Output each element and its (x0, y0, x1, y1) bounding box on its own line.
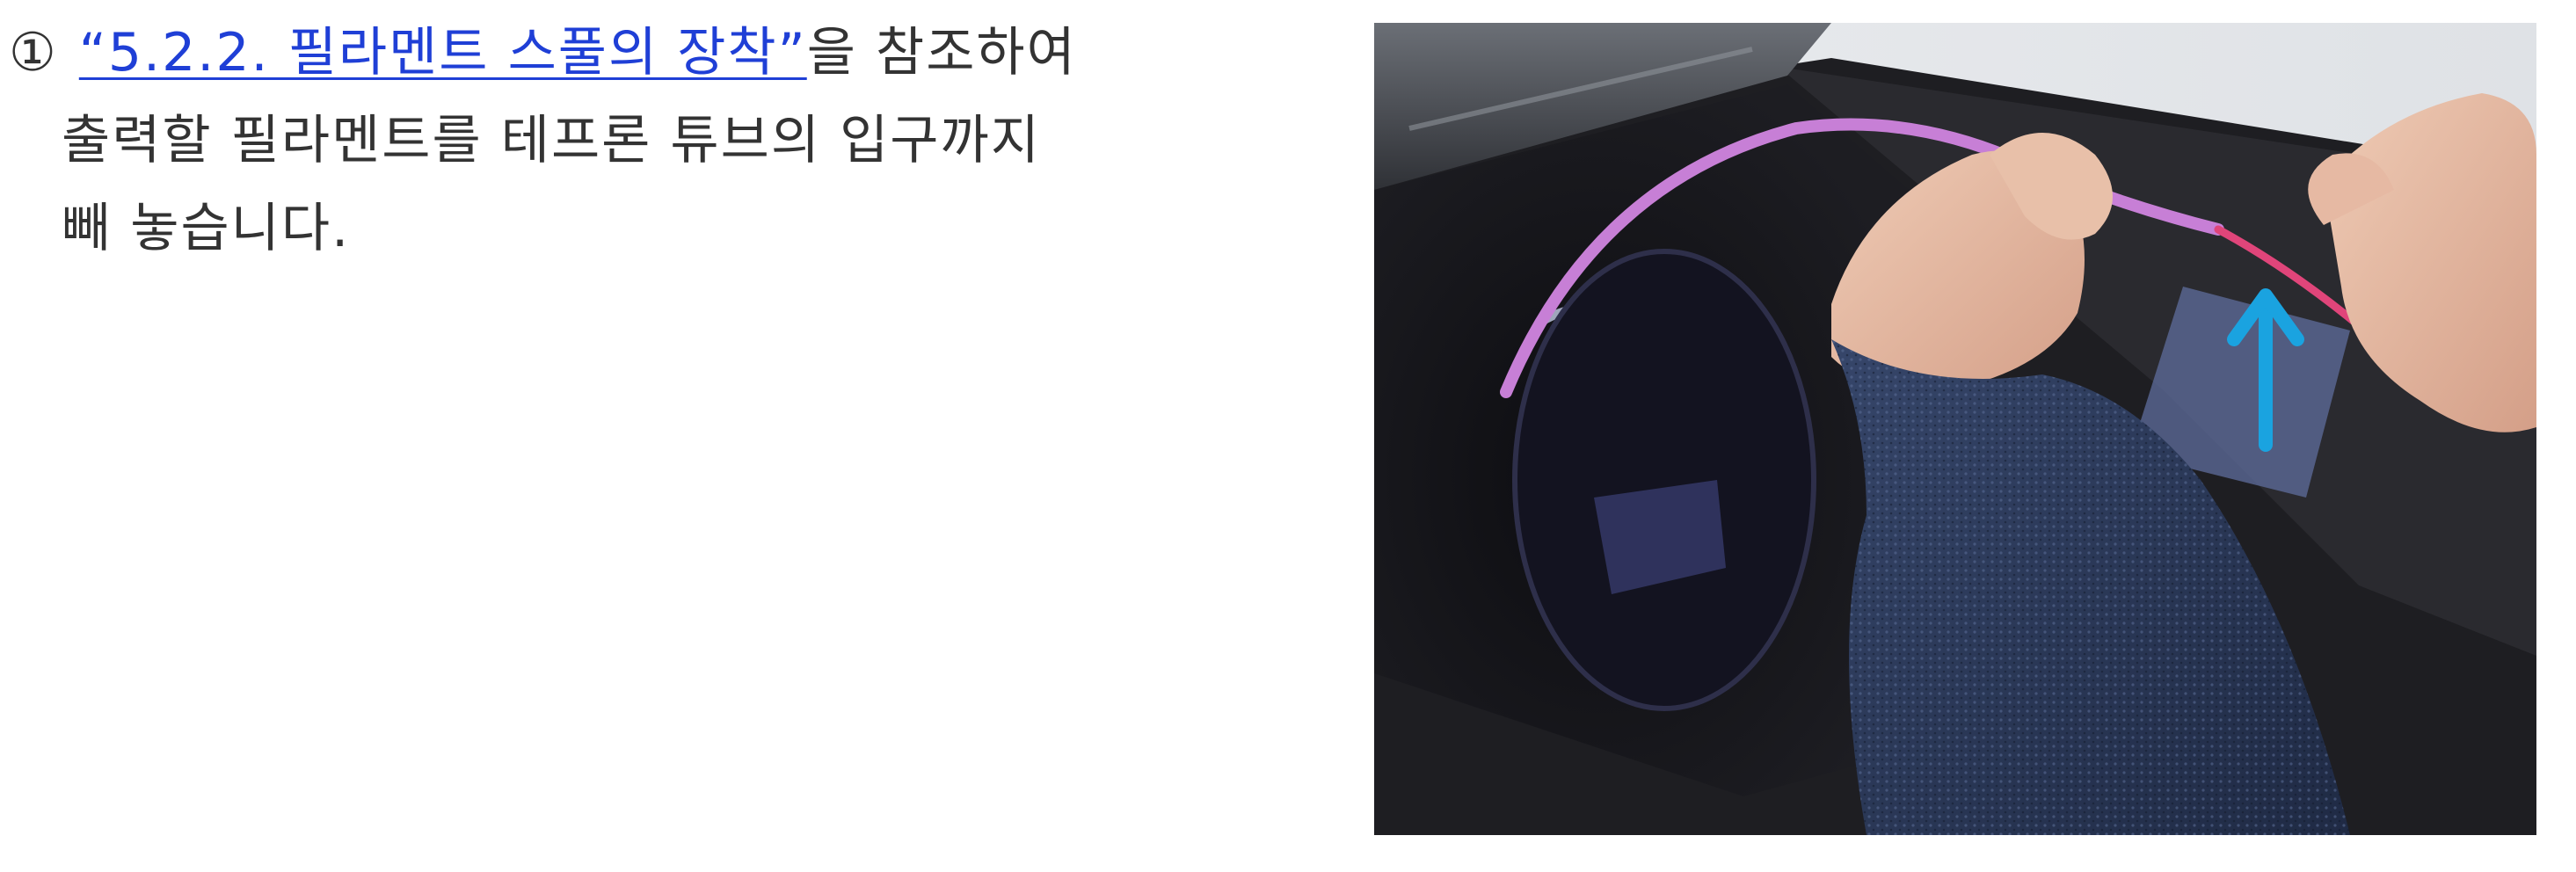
instruction-line-3: 빼 놓습니다. (62, 198, 351, 259)
spool (1512, 249, 1816, 711)
instruction-line-1-suffix: 을 참조하여 (806, 22, 1077, 84)
step-number: ① (9, 22, 58, 84)
instruction-line-2: 출력할 필라멘트를 테프론 튜브의 입구까지 (62, 110, 1041, 171)
instruction-line-1: ① “5.2.2. 필라멘트 스풀의 장착”을 참조하여 (9, 9, 1117, 97)
instruction-text: ① “5.2.2. 필라멘트 스풀의 장착”을 참조하여 출력할 필라멘트를 테프… (9, 9, 1117, 272)
section-reference-link[interactable]: “5.2.2. 필라멘트 스풀의 장착” (79, 22, 807, 84)
printer-filament-photo (1374, 23, 2536, 835)
